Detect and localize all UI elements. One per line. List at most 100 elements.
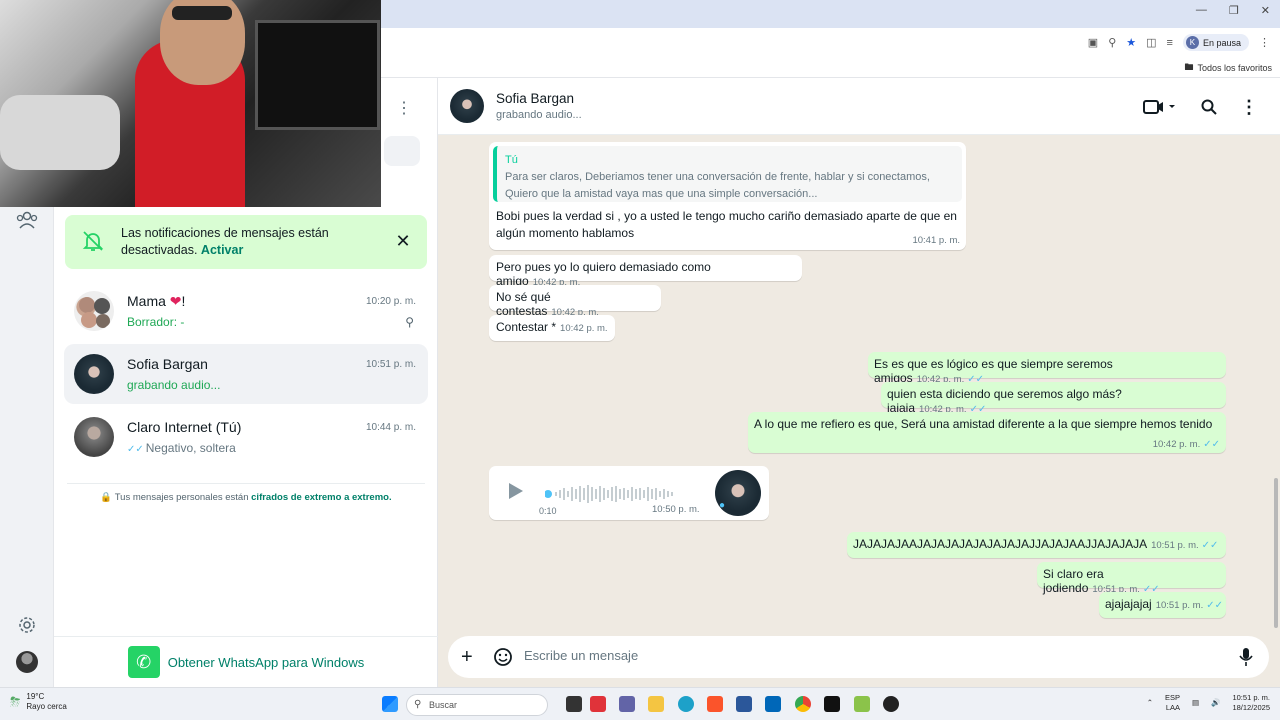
encryption-link[interactable]: cifrados de extremo a extremo. bbox=[251, 492, 391, 503]
message-time: 10:42 p. m. bbox=[1152, 439, 1201, 450]
minimize-icon[interactable]: — bbox=[1196, 4, 1207, 17]
system-tray: ⌃ ESP LAA ▤ 🔊 10:51 p. m. 18/12/2025 bbox=[1147, 693, 1270, 713]
microphone-icon[interactable] bbox=[1239, 647, 1257, 667]
store-icon[interactable] bbox=[765, 696, 781, 712]
video-call-icon[interactable] bbox=[1141, 97, 1177, 117]
paused-label: En pausa bbox=[1202, 37, 1241, 48]
message-text: No sé qué contestas bbox=[496, 290, 551, 318]
chat-item-claro[interactable]: Claro Internet (Tú) 10:44 p. m. ✓✓ Negati… bbox=[64, 407, 428, 467]
get-whatsapp-button[interactable]: ✆ Obtener WhatsApp para Windows bbox=[54, 636, 438, 687]
audio-waveform[interactable] bbox=[545, 484, 695, 504]
message-text: A lo que me refiero es que, Será una ami… bbox=[754, 417, 1213, 431]
audio-duration: 0:10 bbox=[539, 506, 557, 516]
message-time: 10:51 p. m. bbox=[1155, 600, 1204, 611]
weather-widget[interactable]: ⛈ 19°C Rayo cerca bbox=[10, 692, 67, 712]
scrollbar[interactable] bbox=[1274, 478, 1278, 628]
activate-link[interactable]: Activar bbox=[201, 243, 243, 257]
chrome-icon[interactable] bbox=[795, 696, 811, 712]
settings-gear-icon[interactable] bbox=[14, 612, 40, 638]
webcam-background-monitor bbox=[255, 20, 380, 130]
notification-banner: Las notificaciones de mensajes están des… bbox=[65, 215, 427, 269]
message-outgoing: Es es que es lógico es que siempre serem… bbox=[868, 352, 1226, 385]
language-indicator[interactable]: ESP LAA bbox=[1165, 693, 1180, 713]
close-window-icon[interactable]: ✕ bbox=[1261, 4, 1270, 17]
extensions-icon[interactable]: ◫ bbox=[1146, 36, 1156, 49]
network-icon[interactable]: ▤ bbox=[1192, 698, 1199, 708]
play-icon[interactable] bbox=[507, 481, 525, 501]
close-icon[interactable]: ✕ bbox=[393, 231, 413, 251]
webcam-background-bags bbox=[0, 95, 120, 170]
list-menu-icon[interactable]: ⋮ bbox=[394, 98, 414, 118]
mail-icon[interactable] bbox=[736, 696, 752, 712]
message-composer: + Escribe un mensaje bbox=[448, 636, 1269, 678]
notification-text: Las notificaciones de mensajes están des… bbox=[121, 225, 381, 259]
mic-icon: ● bbox=[719, 500, 726, 511]
conversation-header: Sofia Bargan grabando audio... ⋮ bbox=[438, 78, 1280, 135]
chevron-up-icon[interactable]: ⌃ bbox=[1147, 698, 1153, 708]
taskbar-search[interactable]: ⚲ Buscar bbox=[406, 694, 548, 716]
chat-draft: Borrador: - bbox=[127, 315, 185, 329]
message-incoming: Pero pues yo lo quiero demasiado como am… bbox=[489, 255, 802, 288]
audio-message: 0:10 10:50 p. m. ● bbox=[489, 466, 769, 520]
search-box[interactable] bbox=[384, 136, 420, 166]
message-text: Bobi pues la verdad si , yo a usted le t… bbox=[496, 209, 957, 240]
screenshot-icon[interactable]: ▣ bbox=[1088, 36, 1098, 49]
message-incoming: Contestar * 10:42 p. m. bbox=[489, 315, 615, 341]
attach-plus-icon[interactable]: + bbox=[461, 646, 473, 669]
window-controls: — ❐ ✕ bbox=[1196, 4, 1270, 17]
menu-dots-icon[interactable]: ⋮ bbox=[1239, 97, 1259, 117]
encryption-notice: 🔒 Tus mensajes personales están cifrados… bbox=[100, 492, 392, 503]
profile-paused-button[interactable]: K En pausa bbox=[1182, 34, 1249, 51]
obs-icon[interactable] bbox=[883, 696, 899, 712]
zoom-icon[interactable]: ⚲ bbox=[1108, 36, 1116, 49]
profile-avatar-icon[interactable] bbox=[14, 649, 40, 675]
profile-avatar: K bbox=[1185, 36, 1199, 49]
file-explorer-icon[interactable] bbox=[648, 696, 664, 712]
clock[interactable]: 10:51 p. m. 18/12/2025 bbox=[1232, 693, 1270, 713]
communities-icon[interactable] bbox=[14, 207, 40, 233]
message-time: 10:42 p. m. bbox=[560, 323, 608, 334]
browser-toolbar: ▣ ⚲ ★ ◫ ≡ K En pausa ⋮ bbox=[1088, 34, 1270, 51]
volume-icon[interactable]: 🔊 bbox=[1211, 698, 1220, 708]
search-icon[interactable] bbox=[1199, 97, 1219, 117]
chat-item-sofia[interactable]: Sofia Bargan 10:51 p. m. grabando audio.… bbox=[64, 344, 428, 404]
sticker-emoji-icon[interactable] bbox=[493, 647, 513, 667]
app-icon[interactable] bbox=[590, 696, 606, 712]
message-input[interactable]: Escribe un mensaje bbox=[524, 648, 638, 663]
capcut-icon[interactable] bbox=[824, 696, 840, 712]
nav-rail bbox=[0, 207, 54, 687]
chat-item-mama[interactable]: Mama ❤! 10:20 p. m. Borrador: - ⚲ bbox=[64, 281, 428, 341]
windows-start-icon[interactable] bbox=[382, 696, 398, 712]
double-check-icon: ✓✓ bbox=[127, 444, 144, 455]
message-incoming: Tú Para ser claros, Deberiamos tener una… bbox=[489, 142, 966, 250]
avatar bbox=[74, 354, 114, 394]
heart-icon: ❤ bbox=[169, 293, 182, 309]
avatar[interactable] bbox=[450, 89, 484, 123]
chat-time: 10:51 p. m. bbox=[365, 359, 416, 370]
message-time: 10:41 p. m. bbox=[912, 235, 960, 246]
app-icon[interactable] bbox=[854, 696, 870, 712]
contact-name[interactable]: Sofia Bargan bbox=[496, 91, 574, 106]
all-bookmarks-button[interactable]: 🖿 Todos los favoritos bbox=[1184, 60, 1272, 76]
edge-icon[interactable] bbox=[678, 696, 694, 712]
teams-icon[interactable] bbox=[619, 696, 635, 712]
message-text: JAJAJAJAAJAJAJAJAJAJAJAJAJJAJAJAAJJAJAJA… bbox=[853, 537, 1148, 551]
chat-name: Sofia Bargan bbox=[127, 356, 208, 372]
quote-line: Quiero que la amistad vaya mas que una s… bbox=[505, 188, 818, 200]
message-text: Contestar * bbox=[496, 320, 557, 334]
bookmark-star-icon[interactable]: ★ bbox=[1126, 36, 1136, 49]
chat-status: grabando audio... bbox=[127, 378, 221, 392]
pin-icon: ⚲ bbox=[405, 315, 414, 329]
windows-taskbar: ⛈ 19°C Rayo cerca ⚲ Buscar ⌃ ESP LAA ▤ 🔊 1… bbox=[0, 687, 1280, 720]
task-view-icon[interactable] bbox=[566, 696, 582, 712]
brave-icon[interactable] bbox=[707, 696, 723, 712]
get-whatsapp-label: Obtener WhatsApp para Windows bbox=[167, 654, 365, 670]
browser-menu-icon[interactable]: ⋮ bbox=[1259, 36, 1270, 49]
message-text: Pero pues yo lo quiero demasiado como am… bbox=[496, 260, 711, 288]
quoted-message[interactable]: Tú Para ser claros, Deberiamos tener una… bbox=[493, 146, 962, 202]
double-check-icon: ✓✓ bbox=[1206, 600, 1223, 611]
bookmarks-label: Todos los favoritos bbox=[1197, 63, 1272, 73]
maximize-icon[interactable]: ❐ bbox=[1229, 4, 1239, 17]
folder-icon: 🖿 bbox=[1184, 62, 1194, 72]
reading-list-icon[interactable]: ≡ bbox=[1167, 37, 1173, 49]
